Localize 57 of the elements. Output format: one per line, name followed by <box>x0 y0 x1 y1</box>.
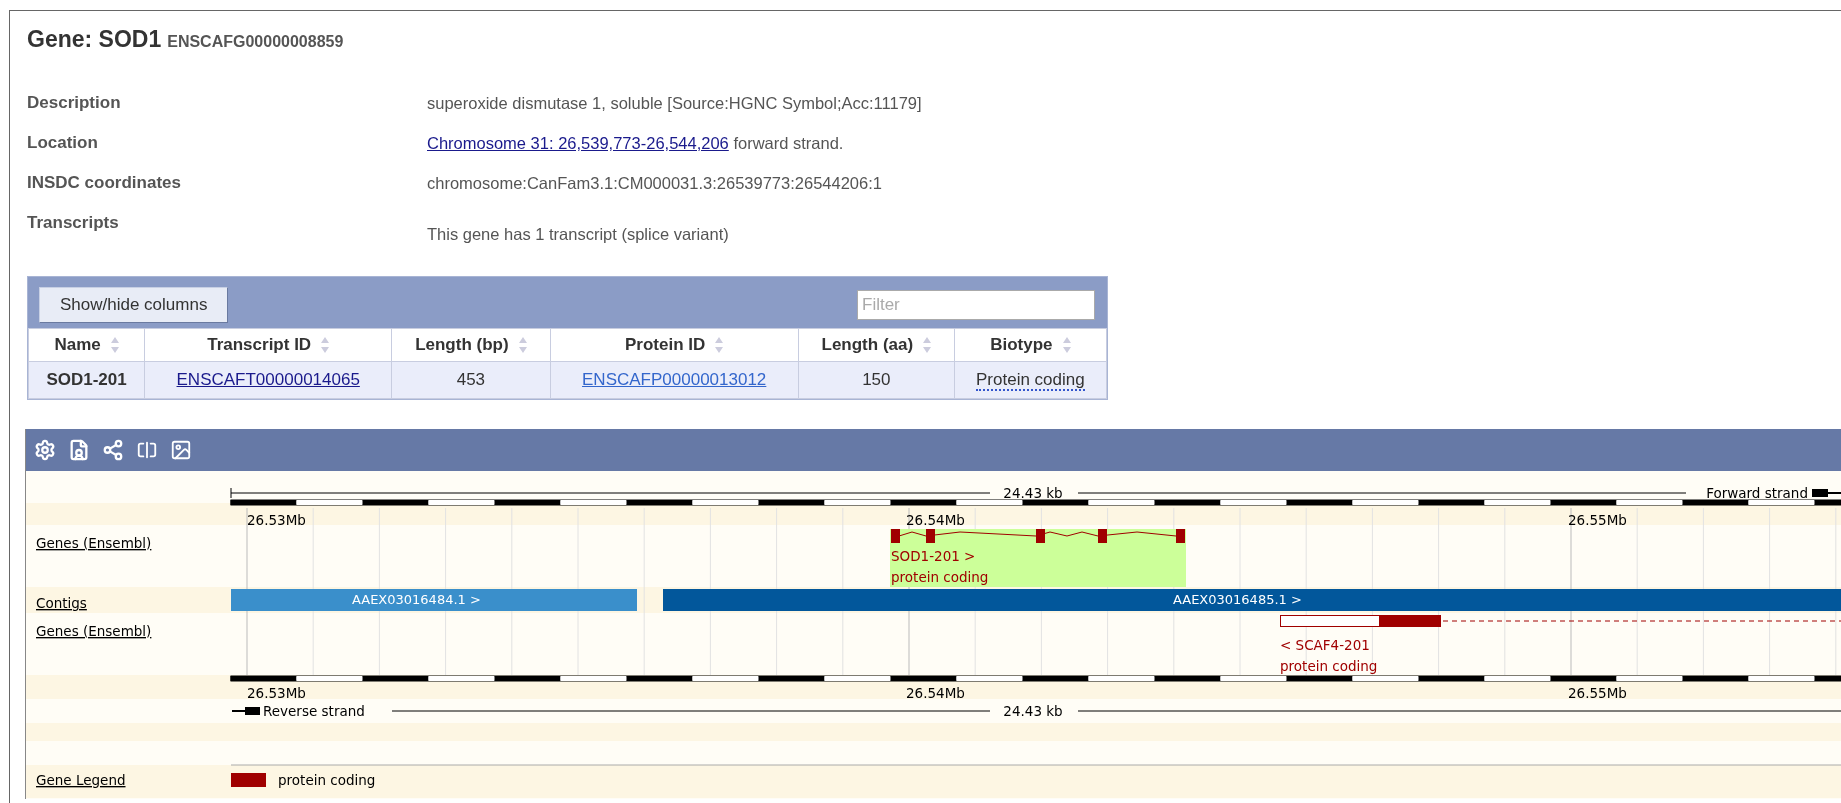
sort-icon[interactable] <box>923 336 932 354</box>
track-label[interactable]: Contigs <box>36 595 87 611</box>
strand-label: Reverse strand <box>263 703 365 719</box>
field-value: forward strand. <box>733 134 844 152</box>
reverse-arrow-icon <box>232 707 260 715</box>
filter-field[interactable]: Filter <box>857 290 1095 320</box>
sort-icon[interactable] <box>1062 336 1071 354</box>
field-label: Description <box>27 92 122 114</box>
field-label: Location <box>27 132 99 154</box>
column-header[interactable]: Protein ID <box>625 335 706 355</box>
position-label: 26.55Mb <box>1568 512 1627 528</box>
field-value: superoxide dismutase 1, soluble [Source:HGNC Symbol;Acc:11179] <box>427 93 923 114</box>
gene-title: Gene: SOD1 <box>27 26 162 53</box>
position-label: 26.55Mb <box>1568 685 1627 701</box>
id-link[interactable]: ENSCAFP00000013012 <box>582 370 767 389</box>
gene-name[interactable]: SOD1-201 > <box>891 548 976 564</box>
position-label: 26.54Mb <box>906 512 965 528</box>
sort-icon[interactable] <box>715 336 724 354</box>
sort-icon[interactable] <box>518 336 527 354</box>
track-label[interactable]: Genes (Ensembl) <box>36 535 152 551</box>
strand-label: Forward strand <box>1706 485 1808 501</box>
image-icon[interactable] <box>170 439 192 461</box>
sort-icon[interactable] <box>321 336 330 354</box>
gene-name[interactable]: < SCAF4-201 <box>1280 637 1370 653</box>
gene-biotype: protein coding <box>891 569 989 585</box>
gene-feature[interactable] <box>890 529 1186 587</box>
gene-id: ENSCAFG00000008859 <box>167 33 344 51</box>
contig-label: AAEX03016485.1 > <box>1173 592 1302 607</box>
sort-icon[interactable] <box>110 336 119 354</box>
split-square-icon[interactable] <box>136 439 158 461</box>
settings-icon[interactable] <box>34 439 56 461</box>
legend-label: protein coding <box>278 772 376 788</box>
gene-feature[interactable] <box>1280 615 1841 627</box>
field-label: Transcripts <box>27 212 120 234</box>
biotype-term[interactable]: Protein coding <box>976 370 1085 391</box>
file-user-icon[interactable] <box>68 439 90 461</box>
table-cell: 453 <box>391 361 550 399</box>
length-label: 24.43 kb <box>1003 485 1063 501</box>
position-label: 26.53Mb <box>247 685 306 701</box>
legend-title[interactable]: Gene Legend <box>36 772 126 788</box>
forward-arrow-icon <box>1812 489 1841 497</box>
contig-label: AAEX03016484.1 > <box>352 592 481 607</box>
length-label: 24.43 kb <box>1003 703 1063 719</box>
field-value: This gene has 1 transcript (splice variant) <box>427 224 730 243</box>
position-label: 26.53Mb <box>247 512 306 528</box>
location-link[interactable]: Chromosome 31: 26,539,773-26,544,206 <box>427 134 729 152</box>
contig-bar[interactable] <box>231 589 637 611</box>
show-hide-columns-button[interactable]: Show/hide columns <box>39 287 229 323</box>
position-label: 26.54Mb <box>906 685 965 701</box>
field-label: INSDC coordinates <box>27 172 182 194</box>
field-value: chromosome:CanFam3.1:CM000031.3:26539773:26544206:1 <box>427 173 883 194</box>
id-link[interactable]: ENSCAFT00000014065 <box>176 370 360 389</box>
track-label[interactable]: Genes (Ensembl) <box>36 623 152 639</box>
table-cell: 150 <box>798 361 955 399</box>
gene-biotype: protein coding <box>1280 658 1378 674</box>
share-icon[interactable] <box>102 439 124 461</box>
table-cell: SOD1-201 <box>28 361 145 399</box>
